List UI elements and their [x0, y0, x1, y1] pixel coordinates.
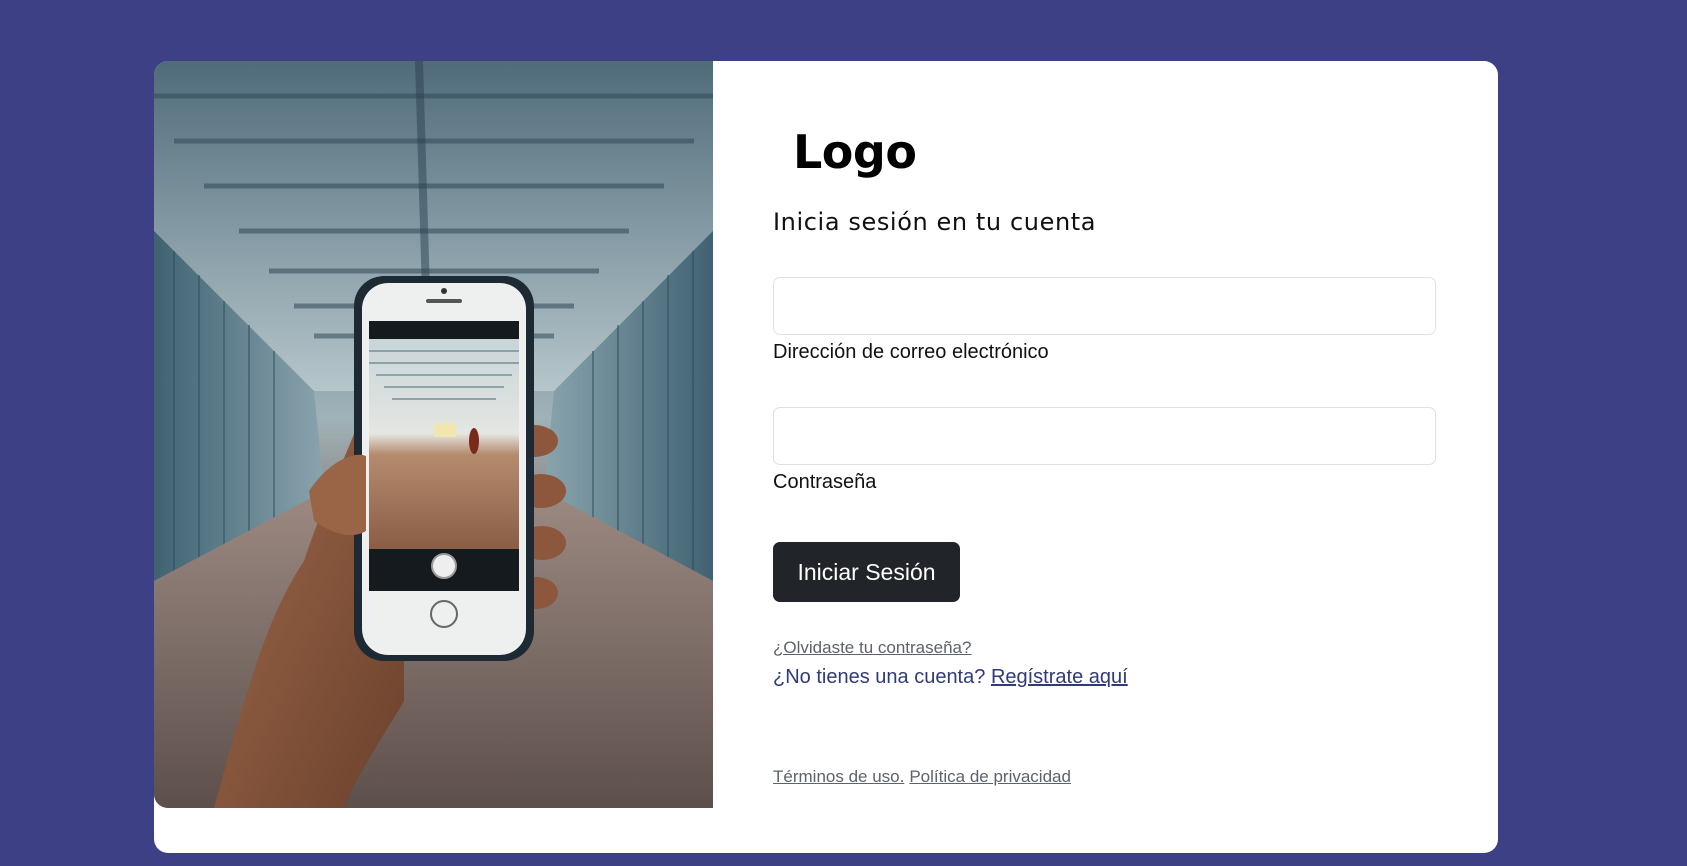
hero-image: [154, 61, 713, 808]
email-label: Dirección de correo electrónico: [773, 341, 1049, 363]
forgot-password-link[interactable]: ¿Olvidaste tu contraseña?: [773, 638, 971, 658]
register-link[interactable]: Regístrate aquí: [991, 666, 1128, 688]
footer-links: Términos de uso. Política de privacidad: [773, 767, 1076, 787]
register-prompt: ¿No tienes una cuenta? Regístrate aquí: [773, 666, 1128, 689]
password-label: Contraseña: [773, 471, 877, 493]
login-card: Logo Inicia sesión en tu cuenta Direcció…: [154, 61, 1498, 853]
privacy-link[interactable]: Política de privacidad: [909, 767, 1071, 786]
login-button[interactable]: Iniciar Sesión: [773, 542, 960, 602]
no-account-text: ¿No tienes una cuenta?: [773, 666, 986, 688]
terms-link[interactable]: Términos de uso.: [773, 767, 904, 786]
page-subtitle: Inicia sesión en tu cuenta: [773, 208, 1097, 236]
logo-text: Logo: [793, 125, 917, 179]
password-field[interactable]: [773, 407, 1436, 465]
email-field[interactable]: [773, 277, 1436, 335]
login-panel: Logo Inicia sesión en tu cuenta Direcció…: [773, 61, 1443, 853]
